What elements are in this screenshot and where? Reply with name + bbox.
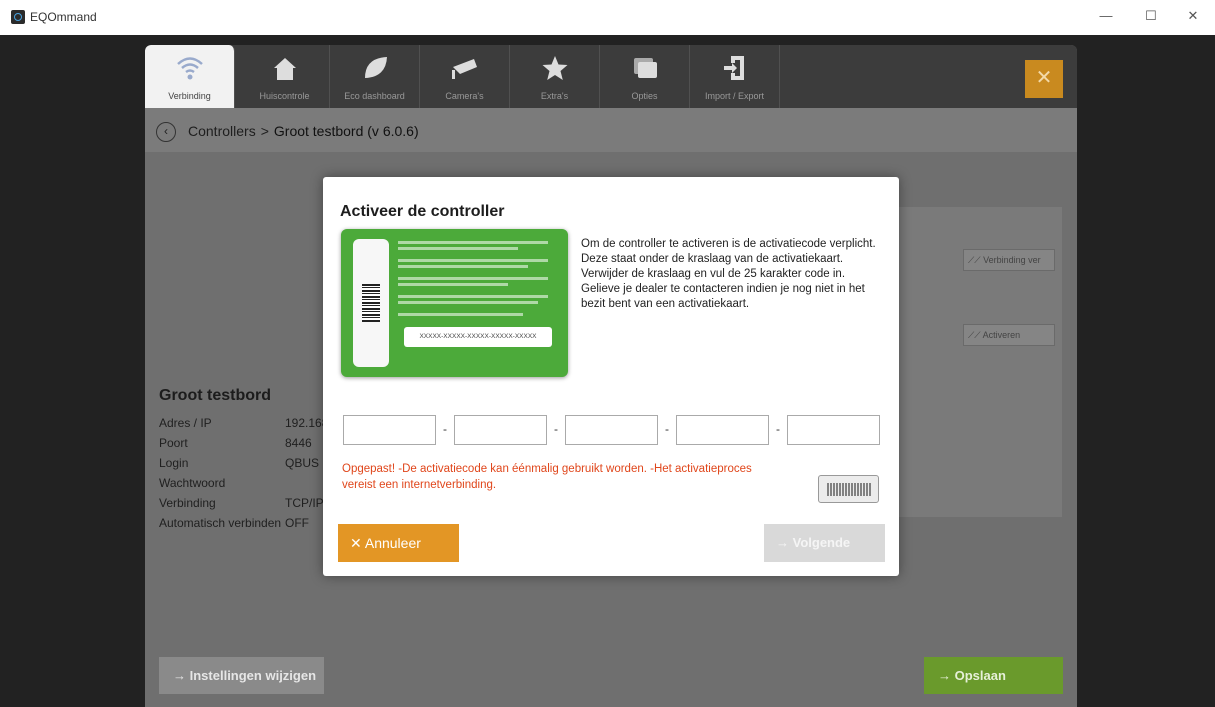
arrow-right-icon: →	[938, 668, 955, 683]
connect-button[interactable]: ⟋⟋ Verbinding ver	[963, 249, 1055, 271]
info-value: OFF	[285, 516, 309, 530]
cancel-button-label: Annuleer	[364, 535, 421, 551]
activate-button[interactable]: ⟋⟋ Activeren	[963, 324, 1055, 346]
activation-code-field-3[interactable]	[565, 415, 658, 445]
info-row: Poort 8446	[159, 436, 312, 450]
arrow-right-icon: →	[776, 535, 793, 550]
info-label: Verbinding	[159, 496, 216, 510]
info-value: QBUS	[285, 456, 320, 470]
camera-icon	[452, 59, 477, 79]
info-row: Verbinding TCP/IP	[159, 496, 324, 510]
controller-name: Groot testbord	[159, 387, 271, 404]
tab-verbinding[interactable]: Verbinding	[145, 45, 235, 108]
info-label: Adres / IP	[159, 416, 212, 430]
tab-bar: Verbinding Huiscontrole Eco dashboard Ca…	[145, 45, 1077, 108]
windows-icon	[634, 58, 657, 78]
minimize-icon[interactable]: —	[1096, 8, 1116, 23]
card-text-line	[398, 283, 508, 286]
activation-warning: Opgepast! -De activatiecode kan éénmalig…	[342, 463, 752, 491]
activation-card-image: XXXXX-XXXXX-XXXXX-XXXXX-XXXXX	[341, 229, 568, 377]
code-separator: -	[554, 422, 558, 436]
back-button[interactable]: ‹	[156, 122, 176, 142]
close-button[interactable]: ✕	[1025, 60, 1063, 98]
info-label: Login	[159, 456, 189, 470]
card-text-line	[398, 301, 538, 304]
next-button-label: Volgende	[792, 535, 851, 550]
close-window-icon[interactable]: ✕	[1183, 8, 1203, 24]
activation-modal: Activeer de controller XXXXX-XXXXX-XXXXX…	[323, 177, 899, 576]
keyboard-icon	[827, 483, 871, 496]
close-icon: ✕	[1035, 67, 1053, 89]
info-value: 192.168	[285, 416, 329, 430]
activate-button-label: Activeren	[982, 330, 1021, 340]
breadcrumb: ‹ Controllers > Groot testbord (v 6.0.6)	[145, 108, 1077, 152]
tab-label: Huiscontrole	[259, 91, 310, 101]
title-bar: EQOmmand — ☐ ✕	[0, 0, 1215, 35]
tab-huiscontrole[interactable]: Huiscontrole	[240, 45, 330, 108]
tab-label: Verbinding	[168, 91, 211, 101]
unplug-icon: ⟋⟋	[968, 330, 983, 340]
info-row: Wachtwoord	[159, 476, 225, 490]
save-button[interactable]: → Opslaan	[924, 657, 1063, 694]
window-title: EQOmmand	[30, 10, 97, 24]
close-icon: ✕	[350, 535, 365, 551]
tab-label: Extra's	[540, 91, 569, 101]
info-label: Poort	[159, 436, 188, 450]
import-export-icon	[724, 56, 744, 80]
arrow-right-icon: →	[173, 668, 190, 683]
code-separator: -	[443, 422, 447, 436]
card-text-line	[398, 241, 548, 244]
tab-label: Opties	[631, 91, 658, 101]
leaf-icon	[365, 57, 387, 78]
info-value: 8446	[285, 436, 312, 450]
info-row: Adres / IP 192.168	[159, 416, 328, 430]
card-text-line	[398, 259, 548, 262]
activation-code-field-4[interactable]	[676, 415, 769, 445]
house-icon	[274, 58, 296, 80]
card-text-line	[398, 247, 518, 250]
star-icon	[542, 56, 568, 80]
keyboard-button[interactable]	[818, 475, 879, 503]
tab-cameras[interactable]: Camera's	[420, 45, 510, 108]
activation-code-field-5[interactable]	[787, 415, 880, 445]
breadcrumb-parent[interactable]: Controllers	[188, 123, 256, 139]
modal-title: Activeer de controller	[340, 203, 505, 220]
activation-code-field-1[interactable]	[343, 415, 436, 445]
breadcrumb-separator: >	[260, 123, 269, 139]
modal-description: Om de controller te activeren is de acti…	[581, 238, 876, 310]
info-row: Login QBUS	[159, 456, 319, 470]
maximize-icon[interactable]: ☐	[1141, 8, 1161, 24]
connect-button-label: Verbinding ver	[983, 255, 1041, 265]
next-button[interactable]: → Volgende	[764, 524, 885, 562]
code-separator: -	[776, 422, 780, 436]
tab-extras[interactable]: Extra's	[510, 45, 600, 108]
barcode-icon	[362, 284, 380, 322]
info-label: Automatisch verbinden	[159, 516, 282, 530]
tab-eco-dashboard[interactable]: Eco dashboard	[330, 45, 420, 108]
breadcrumb-current: Groot testbord (v 6.0.6)	[273, 123, 419, 139]
card-text-line	[398, 277, 548, 280]
activation-code-field-2[interactable]	[454, 415, 547, 445]
info-row: Automatisch verbinden OFF	[159, 516, 309, 530]
cancel-button[interactable]: ✕ Annuleer	[338, 524, 459, 562]
info-label: Wachtwoord	[159, 476, 226, 490]
tab-import-export[interactable]: Import / Export	[690, 45, 780, 108]
chevron-left-icon: ‹	[164, 124, 168, 138]
card-text-line	[398, 265, 528, 268]
card-text-line	[398, 313, 523, 316]
tab-opties[interactable]: Opties	[600, 45, 690, 108]
tab-label: Camera's	[445, 91, 484, 101]
tab-label: Eco dashboard	[344, 91, 405, 101]
app-logo-icon	[11, 10, 25, 24]
settings-button-label: Instellingen wijzigen	[189, 668, 317, 683]
code-separator: -	[665, 422, 669, 436]
settings-button[interactable]: → Instellingen wijzigen	[159, 657, 324, 694]
wifi-icon	[177, 57, 203, 80]
card-code: XXXXX-XXXXX-XXXXX-XXXXX-XXXXX	[404, 327, 552, 347]
tab-label: Import / Export	[704, 91, 765, 101]
info-value: TCP/IP	[285, 496, 324, 510]
card-text-line	[398, 295, 548, 298]
unplug-icon: ⟋⟋	[968, 255, 984, 265]
save-button-label: Opslaan	[954, 668, 1006, 683]
